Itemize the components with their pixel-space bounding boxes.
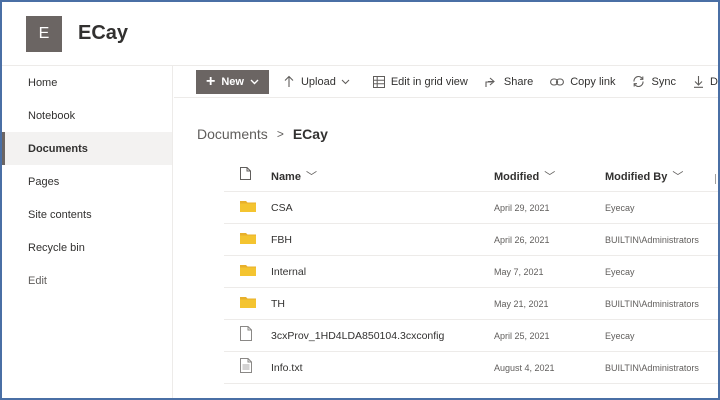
folder-icon <box>240 199 256 217</box>
table-row[interactable]: Internal May 7, 2021 Eyecay <box>224 256 718 288</box>
modified-date: May 7, 2021 <box>494 266 544 277</box>
download-button[interactable]: Down <box>693 75 718 88</box>
file-name[interactable]: TH <box>271 298 285 310</box>
modified-date: April 25, 2021 <box>494 330 550 341</box>
text-file-icon <box>240 357 252 378</box>
folder-icon <box>240 263 256 281</box>
sync-button[interactable]: Sync <box>632 75 676 88</box>
table-row[interactable]: CSA April 29, 2021 Eyecay <box>224 192 718 224</box>
file-type-header-icon[interactable] <box>240 167 251 185</box>
chevron-down-icon <box>341 79 350 84</box>
breadcrumb-root[interactable]: Documents <box>197 126 268 142</box>
file-name[interactable]: Info.txt <box>271 362 303 374</box>
modified-by: BUILTIN\Administrators <box>605 298 699 309</box>
edit-grid-view-button[interactable]: Edit in grid view <box>372 75 468 88</box>
nav-item-notebook[interactable]: Notebook <box>2 99 172 132</box>
site-title[interactable]: ECay <box>78 22 128 45</box>
column-divider[interactable] <box>715 174 716 184</box>
link-icon <box>550 77 565 86</box>
file-name[interactable]: 3cxProv_1HD4LDA850104.3cxconfig <box>271 330 444 342</box>
sync-label: Sync <box>651 75 676 88</box>
site-logo[interactable]: E <box>26 16 62 52</box>
table-row[interactable]: TH May 21, 2021 BUILTIN\Administrators <box>224 288 718 320</box>
copy-link-button[interactable]: Copy link <box>550 76 615 88</box>
site-header: E ECay <box>2 2 718 66</box>
chevron-down-icon: ﹀ <box>305 171 317 183</box>
modified-date: April 26, 2021 <box>494 234 550 245</box>
breadcrumb: Documents > ECay <box>197 126 328 142</box>
plus-icon: + <box>206 72 216 90</box>
modified-by: BUILTIN\Administrators <box>605 234 699 245</box>
upload-button[interactable]: Upload <box>283 75 356 88</box>
share-button[interactable]: Share <box>485 76 533 88</box>
new-button-label: New <box>221 75 244 88</box>
modified-date: August 4, 2021 <box>494 362 555 373</box>
name-column-header[interactable]: Name ﹀ <box>271 168 317 184</box>
chevron-down-icon <box>250 79 259 84</box>
documents-table: Name ﹀ Modified ﹀ Modified By ﹀ CSA April 2… <box>224 161 718 384</box>
left-nav: Home Notebook Documents Pages Site conte… <box>2 66 173 398</box>
upload-label: Upload <box>300 75 336 88</box>
modified-by: Eyecay <box>605 330 635 341</box>
nav-item-pages[interactable]: Pages <box>2 165 172 198</box>
modified-column-header[interactable]: Modified ﹀ <box>494 168 555 184</box>
share-label: Share <box>503 75 534 88</box>
chevron-down-icon: ﹀ <box>672 171 684 183</box>
upload-icon <box>284 75 294 87</box>
folder-icon <box>240 295 256 313</box>
file-name[interactable]: Internal <box>271 266 306 278</box>
share-icon <box>485 77 495 87</box>
download-label: Down <box>709 75 718 88</box>
nav-item-documents[interactable]: Documents <box>2 132 172 165</box>
copy-link-label: Copy link <box>570 75 616 88</box>
folder-icon <box>240 231 256 249</box>
modified-by: Eyecay <box>605 202 635 213</box>
nav-item-edit[interactable]: Edit <box>2 264 172 297</box>
nav-item-site-contents[interactable]: Site contents <box>2 198 172 231</box>
generic-file-icon <box>240 325 252 346</box>
table-row[interactable]: FBH April 26, 2021 BUILTIN\Administrator… <box>224 224 718 256</box>
sync-icon <box>633 75 645 88</box>
command-bar: + New Upload Edit in grid view Share Cop… <box>174 66 718 98</box>
modified-by: BUILTIN\Administrators <box>605 362 699 373</box>
modified-date: April 29, 2021 <box>494 202 550 213</box>
nav-item-recycle-bin[interactable]: Recycle bin <box>2 231 172 264</box>
modified-date: May 21, 2021 <box>494 298 549 309</box>
modified-by: Eyecay <box>605 266 635 277</box>
grid-icon <box>372 75 385 88</box>
table-row[interactable]: 3cxProv_1HD4LDA850104.3cxconfig April 25… <box>224 320 718 352</box>
download-icon <box>693 76 703 88</box>
table-row[interactable]: Info.txt August 4, 2021 BUILTIN\Administ… <box>224 352 718 384</box>
edit-grid-view-label: Edit in grid view <box>390 75 468 88</box>
new-button[interactable]: + New <box>196 69 269 94</box>
nav-item-home[interactable]: Home <box>2 66 172 99</box>
breadcrumb-separator: > <box>276 127 284 141</box>
table-header-row: Name ﹀ Modified ﹀ Modified By ﹀ <box>224 161 718 192</box>
breadcrumb-current: ECay <box>292 126 328 142</box>
modified-by-column-header[interactable]: Modified By ﹀ <box>605 168 683 184</box>
file-name[interactable]: CSA <box>271 202 293 214</box>
chevron-down-icon: ﹀ <box>544 171 556 183</box>
file-name[interactable]: FBH <box>271 234 292 246</box>
window-frame: E ECay Home Notebook Documents Pages Sit… <box>0 0 720 400</box>
